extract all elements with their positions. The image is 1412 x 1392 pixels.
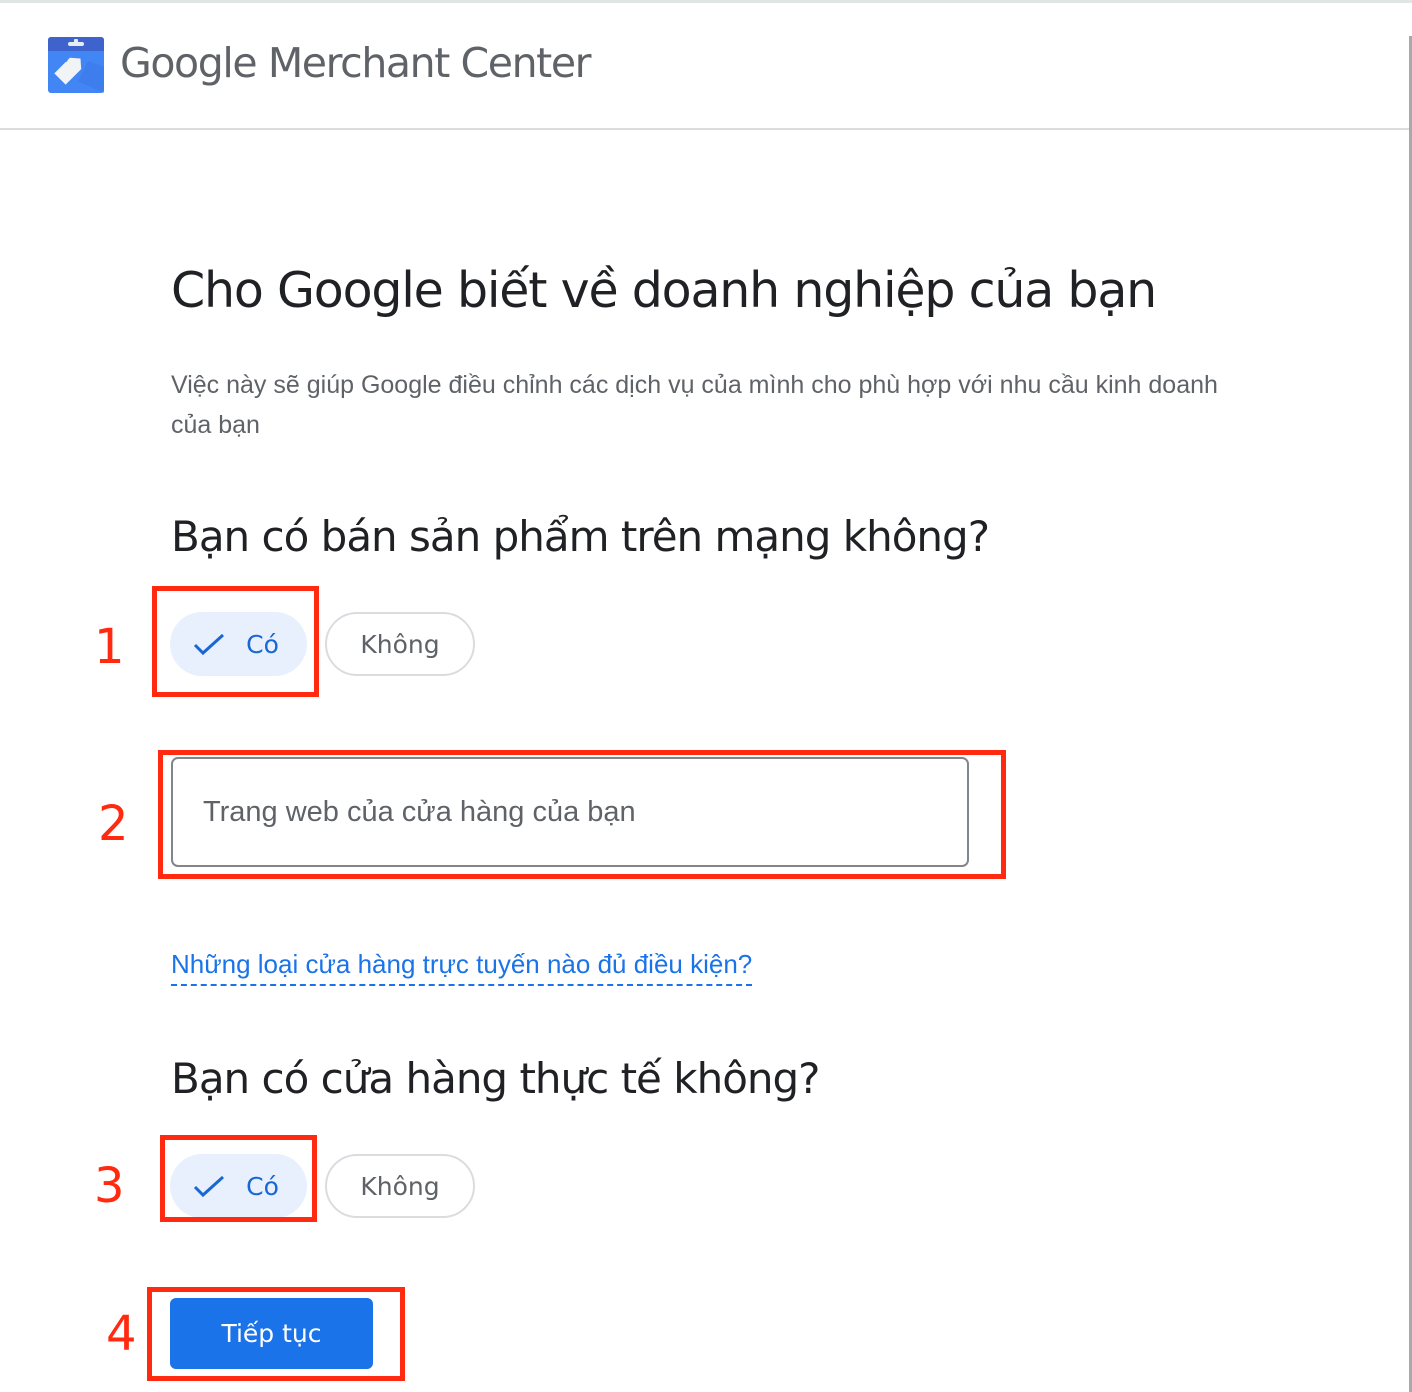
online-sales-question: Bạn có bán sản phẩm trên mạng không? — [171, 512, 990, 561]
online-sales-no-chip[interactable]: Không — [325, 612, 475, 676]
eligible-stores-link[interactable]: Những loại cửa hàng trực tuyến nào đủ đi… — [171, 949, 753, 986]
chip-label: Không — [360, 1171, 440, 1201]
page-subtitle: Việc này sẽ giúp Google điều chỉnh các d… — [171, 371, 1218, 439]
annotation-box-2 — [158, 750, 1006, 879]
app-title-brand: Google — [120, 39, 258, 87]
annotation-number-4: 4 — [106, 1306, 137, 1362]
app-title-product: Merchant Center — [267, 39, 592, 87]
annotation-box-3 — [160, 1135, 317, 1222]
annotation-number-3: 3 — [94, 1158, 125, 1214]
physical-store-question: Bạn có cửa hàng thực tế không? — [171, 1054, 820, 1103]
annotation-box-1 — [152, 586, 319, 697]
annotation-box-4 — [147, 1287, 405, 1381]
app-header: Google Merchant Center — [0, 3, 1409, 130]
annotation-number-1: 1 — [94, 619, 125, 675]
physical-store-no-chip[interactable]: Không — [325, 1154, 475, 1218]
page-title: Cho Google biết về doanh nghiệp của bạn — [171, 262, 1157, 319]
merchant-center-tag-icon — [48, 37, 104, 93]
chip-label: Không — [360, 629, 440, 659]
page: Google Merchant Center Cho Google biết v… — [0, 0, 1412, 1392]
app-title: Google Merchant Center — [120, 39, 592, 87]
annotation-number-2: 2 — [98, 796, 129, 852]
